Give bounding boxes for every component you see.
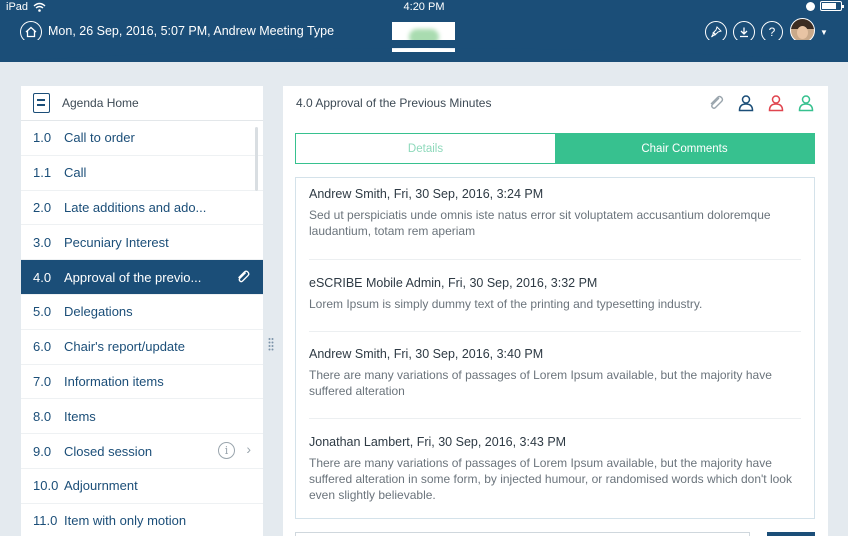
sidebar-item-label: Pecuniary Interest bbox=[64, 234, 169, 250]
chevron-down-icon[interactable]: ▼ bbox=[820, 28, 828, 37]
sidebar-item[interactable]: 8.0 Items bbox=[21, 399, 263, 435]
divider bbox=[309, 259, 801, 260]
sidebar-item-label: Late additions and ado... bbox=[64, 199, 207, 215]
comment-body: There are many variations of passages of… bbox=[309, 368, 772, 398]
sidebar-item-number: 5.0 bbox=[33, 304, 52, 320]
status-bar: iPad 4:20 PM bbox=[0, 0, 848, 16]
sidebar-item-label: Chair's report/update bbox=[64, 339, 185, 355]
sidebar-item[interactable]: 10.0 Adjournment bbox=[21, 469, 263, 504]
sidebar-item[interactable]: 4.0 Approval of the previo... bbox=[21, 260, 263, 295]
sidebar-item[interactable]: 6.0 Chair's report/update bbox=[21, 330, 263, 365]
sidebar-item-number: 4.0 bbox=[33, 269, 52, 285]
sidebar-item-number: 10.0 bbox=[33, 478, 59, 494]
sidebar-item-label: Item with only motion bbox=[64, 513, 187, 529]
sidebar-item[interactable]: 1.0 Call to order bbox=[21, 121, 263, 156]
item-detail-panel: 4.0 Approval of the Previous Minutes Det… bbox=[283, 86, 828, 536]
comment-item: eSCRIBE Mobile Admin, Fri, 30 Sep, 2016,… bbox=[309, 276, 809, 312]
sidebar-item-label: Closed session bbox=[64, 443, 153, 459]
sidebar-item[interactable]: 2.0 Late additions and ado... bbox=[21, 191, 263, 226]
sidebar-item-label: Information items bbox=[64, 373, 164, 389]
sidebar-item-label: Items bbox=[64, 408, 96, 424]
comment-body: There are many variations of passages of… bbox=[309, 456, 792, 502]
sidebar-item[interactable]: 11.0 Item with only motion bbox=[21, 504, 263, 536]
sidebar-item-number: 1.0 bbox=[33, 130, 52, 146]
divider bbox=[309, 418, 801, 419]
sidebar-item-label: Call to order bbox=[64, 130, 135, 146]
comment-input[interactable] bbox=[295, 532, 750, 536]
comment-author: Andrew Smith, Fri, 30 Sep, 2016, 3:40 PM bbox=[309, 347, 544, 361]
battery-icon bbox=[820, 1, 844, 11]
sidebar-item-label: Adjournment bbox=[64, 478, 138, 494]
tab-details[interactable]: Details bbox=[296, 134, 555, 163]
comment-author: eSCRIBE Mobile Admin, Fri, 30 Sep, 2016,… bbox=[309, 276, 598, 290]
sidebar-item[interactable]: 1.1 Call bbox=[21, 156, 263, 191]
sidebar-item-number: 6.0 bbox=[33, 339, 52, 355]
comment-item: Andrew Smith, Fri, 30 Sep, 2016, 3:24 PM… bbox=[309, 187, 809, 239]
sidebar-item-number: 11.0 bbox=[33, 513, 58, 529]
comment-item: Jonathan Lambert, Fri, 30 Sep, 2016, 3:4… bbox=[309, 435, 809, 503]
meeting-title: Mon, 26 Sep, 2016, 5:07 PM, Andrew Meeti… bbox=[48, 24, 335, 38]
person-red-icon[interactable] bbox=[767, 94, 785, 112]
comment-body: Sed ut perspiciatis unde omnis iste natu… bbox=[309, 208, 771, 238]
chevron-right-icon[interactable]: › bbox=[246, 441, 251, 457]
sidebar-scrollbar[interactable] bbox=[255, 127, 258, 191]
comments-list: Andrew Smith, Fri, 30 Sep, 2016, 3:24 PM… bbox=[295, 177, 815, 519]
sidebar-item-number: 1.1 bbox=[33, 165, 52, 181]
sidebar-item-label: Approval of the previo... bbox=[64, 269, 202, 285]
header-wave bbox=[0, 40, 848, 62]
paperclip-icon[interactable] bbox=[235, 269, 251, 285]
person-blue-icon[interactable] bbox=[737, 94, 755, 112]
sidebar-item[interactable]: 3.0 Pecuniary Interest bbox=[21, 225, 263, 261]
document-icon bbox=[33, 93, 50, 113]
sidebar-item[interactable]: 9.0 Closed session i › bbox=[21, 434, 263, 469]
sidebar-item-number: 7.0 bbox=[33, 373, 52, 389]
send-button[interactable] bbox=[767, 532, 815, 536]
agenda-list: 1.0 Call to order 1.1 Call 2.0 Late additions… bbox=[21, 121, 263, 536]
sidebar-item-number: 3.0 bbox=[33, 234, 52, 250]
sidebar-item-number: 9.0 bbox=[33, 443, 52, 459]
divider bbox=[309, 331, 801, 332]
agenda-home-label: Agenda Home bbox=[62, 96, 139, 110]
page-title: 4.0 Approval of the Previous Minutes bbox=[296, 96, 492, 110]
status-time: 4:20 PM bbox=[403, 1, 445, 13]
sidebar-item-number: 8.0 bbox=[33, 408, 52, 424]
person-green-icon[interactable] bbox=[797, 94, 815, 112]
sidebar-item-label: Call bbox=[64, 165, 87, 181]
sidebar-item-label: Delegations bbox=[64, 304, 133, 320]
comment-item: Andrew Smith, Fri, 30 Sep, 2016, 3:40 PM… bbox=[309, 347, 809, 399]
sidebar-item-number: 2.0 bbox=[33, 199, 52, 215]
comment-author: Andrew Smith, Fri, 30 Sep, 2016, 3:24 PM bbox=[309, 187, 544, 201]
info-icon[interactable]: i bbox=[218, 442, 235, 460]
alarm-icon bbox=[806, 1, 815, 11]
drag-handle-icon[interactable] bbox=[268, 337, 274, 351]
attachment-icon[interactable] bbox=[707, 94, 725, 112]
tab-chair-comments[interactable]: Chair Comments bbox=[555, 134, 814, 163]
sidebar-item[interactable]: 7.0 Information items bbox=[21, 365, 263, 400]
comment-body: Lorem Ipsum is simply dummy text of the … bbox=[309, 297, 703, 311]
comment-author: Jonathan Lambert, Fri, 30 Sep, 2016, 3:4… bbox=[309, 435, 567, 449]
agenda-home-item[interactable]: Agenda Home bbox=[21, 86, 263, 121]
detail-tabs: Details Chair Comments bbox=[295, 133, 815, 164]
agenda-sidebar: Agenda Home 1.0 Call to order 1.1 Call 2.0 La… bbox=[21, 86, 263, 536]
sidebar-item[interactable]: 5.0 Delegations bbox=[21, 295, 263, 330]
